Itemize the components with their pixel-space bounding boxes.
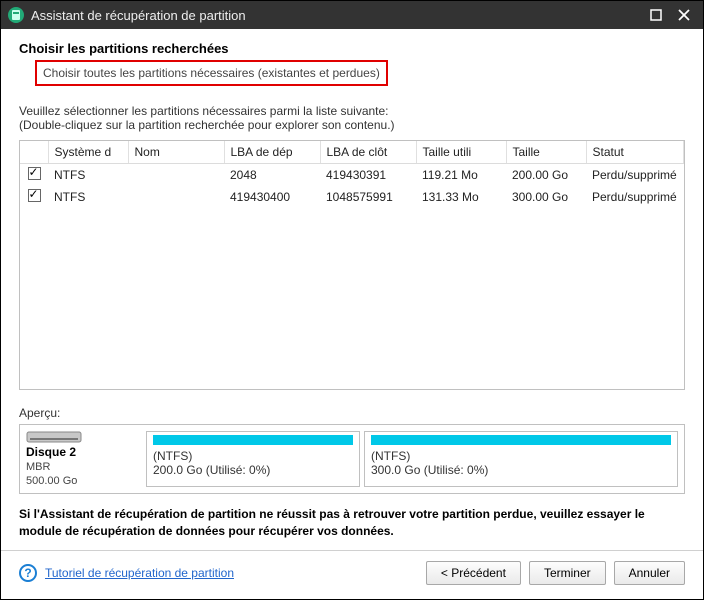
usage-fill xyxy=(371,435,671,445)
col-used[interactable]: Taille utili xyxy=(416,141,506,164)
cell-lba-start: 419430400 xyxy=(224,186,320,208)
back-button[interactable]: < Précédent xyxy=(426,561,521,585)
col-name[interactable]: Nom xyxy=(128,141,224,164)
cell-used: 131.33 Mo xyxy=(416,186,506,208)
hdd-icon xyxy=(26,431,82,443)
maximize-button[interactable] xyxy=(649,8,663,22)
page-heading: Choisir les partitions recherchées xyxy=(19,41,685,56)
instruction-line1: Veuillez sélectionner les partitions néc… xyxy=(19,104,685,118)
cell-system: NTFS xyxy=(48,164,128,187)
col-system[interactable]: Système d xyxy=(48,141,128,164)
preview-label: Aperçu: xyxy=(19,406,685,420)
col-status[interactable]: Statut xyxy=(586,141,684,164)
help-icon: ? xyxy=(19,564,37,582)
table-header-row: Système d Nom LBA de dép LBA de clôt Tai… xyxy=(20,141,684,164)
footer: ? Tutoriel de récupération de partition … xyxy=(1,550,703,595)
cell-status: Perdu/supprimé xyxy=(586,186,684,208)
cell-size: 200.00 Go xyxy=(506,164,586,187)
tutorial-link[interactable]: Tutoriel de récupération de partition xyxy=(45,566,234,580)
svg-text:?: ? xyxy=(24,566,31,580)
cancel-button[interactable]: Annuler xyxy=(614,561,685,585)
table-row[interactable]: NTFS 2048 419430391 119.21 Mo 200.00 Go … xyxy=(20,164,684,187)
app-icon xyxy=(7,6,25,24)
row-checkbox[interactable] xyxy=(28,189,41,202)
cell-lba-end: 419430391 xyxy=(320,164,416,187)
partition-detail: 300.0 Go (Utilisé: 0%) xyxy=(371,463,671,477)
disk-name: Disque 2 xyxy=(26,445,76,459)
cell-name xyxy=(128,186,224,208)
cell-name xyxy=(128,164,224,187)
col-checkbox xyxy=(20,141,48,164)
cell-lba-start: 2048 xyxy=(224,164,320,187)
partition-bar[interactable]: (NTFS) 300.0 Go (Utilisé: 0%) xyxy=(364,431,678,487)
partition-fs-label: (NTFS) xyxy=(153,449,353,463)
disk-type: MBR xyxy=(26,461,50,473)
table-row[interactable]: NTFS 419430400 1048575991 131.33 Mo 300.… xyxy=(20,186,684,208)
partition-bar[interactable]: (NTFS) 200.0 Go (Utilisé: 0%) xyxy=(146,431,360,487)
col-lba-start[interactable]: LBA de dép xyxy=(224,141,320,164)
recovery-note: Si l'Assistant de récupération de partit… xyxy=(19,506,685,540)
cell-used: 119.21 Mo xyxy=(416,164,506,187)
partition-bars: (NTFS) 200.0 Go (Utilisé: 0%) (NTFS) 300… xyxy=(146,431,678,487)
row-checkbox[interactable] xyxy=(28,167,41,180)
instructions: Veuillez sélectionner les partitions néc… xyxy=(19,104,685,132)
cell-size: 300.00 Go xyxy=(506,186,586,208)
disk-size: 500.00 Go xyxy=(26,475,77,487)
col-lba-end[interactable]: LBA de clôt xyxy=(320,141,416,164)
cell-status: Perdu/supprimé xyxy=(586,164,684,187)
subtitle-highlight: Choisir toutes les partitions nécessaire… xyxy=(35,60,388,86)
cell-system: NTFS xyxy=(48,186,128,208)
close-button[interactable] xyxy=(677,8,691,22)
partition-table: Système d Nom LBA de dép LBA de clôt Tai… xyxy=(19,140,685,390)
col-size[interactable]: Taille xyxy=(506,141,586,164)
instruction-line2: (Double-cliquez sur la partition recherc… xyxy=(19,118,685,132)
window-title: Assistant de récupération de partition xyxy=(31,8,649,23)
usage-fill xyxy=(153,435,353,445)
partition-fs-label: (NTFS) xyxy=(371,449,671,463)
window-controls xyxy=(649,8,697,22)
disk-info: Disque 2 MBR 500.00 Go xyxy=(26,431,136,487)
finish-button[interactable]: Terminer xyxy=(529,561,606,585)
cell-lba-end: 1048575991 xyxy=(320,186,416,208)
partition-detail: 200.0 Go (Utilisé: 0%) xyxy=(153,463,353,477)
disk-preview: Disque 2 MBR 500.00 Go (NTFS) 200.0 Go (… xyxy=(19,424,685,494)
titlebar: Assistant de récupération de partition xyxy=(1,1,703,29)
